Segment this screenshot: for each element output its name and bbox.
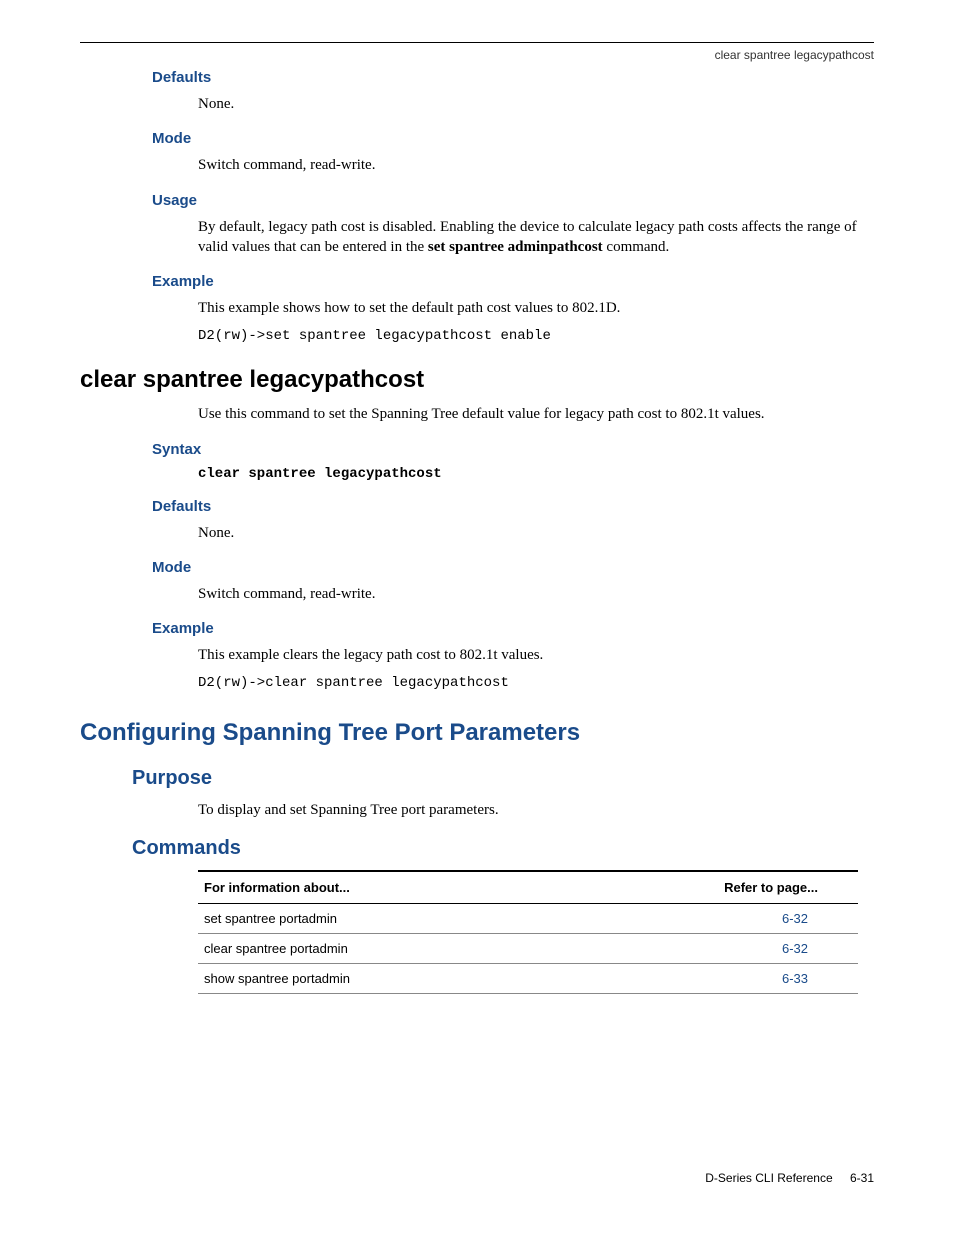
example-heading-2: Example <box>152 620 874 637</box>
table-cell-cmd: clear spantree portadmin <box>198 933 548 963</box>
table-cell-page-link[interactable]: 6-33 <box>548 963 858 993</box>
usage-heading: Usage <box>152 192 874 209</box>
section-title-clear-spantree: clear spantree legacypathcost <box>80 366 874 394</box>
usage-text-bold: set spantree adminpathcost <box>428 239 603 255</box>
header-breadcrumb: clear spantree legacypathcost <box>80 48 874 62</box>
syntax-code: clear spantree legacypathcost <box>198 466 874 482</box>
example-code: D2(rw)->set spantree legacypathcost enab… <box>198 328 874 344</box>
table-header-info: For information about... <box>198 871 548 904</box>
mode-heading-2: Mode <box>152 559 874 576</box>
example-text: This example shows how to set the defaul… <box>198 298 864 318</box>
mode-text-2: Switch command, read-write. <box>198 584 864 604</box>
table-cell-cmd: show spantree portadmin <box>198 963 548 993</box>
footer-page-number: 6-31 <box>850 1171 874 1185</box>
table-cell-page-link[interactable]: 6-32 <box>548 933 858 963</box>
syntax-heading: Syntax <box>152 441 874 458</box>
usage-text: By default, legacy path cost is disabled… <box>198 217 864 258</box>
purpose-text: To display and set Spanning Tree port pa… <box>198 800 864 820</box>
table-cell-page-link[interactable]: 6-32 <box>548 903 858 933</box>
purpose-heading: Purpose <box>132 767 874 790</box>
table-header-page: Refer to page... <box>548 871 858 904</box>
header-rule <box>80 42 874 43</box>
table-row: clear spantree portadmin 6-32 <box>198 933 858 963</box>
section-intro: Use this command to set the Spanning Tre… <box>198 404 864 424</box>
footer-doc-title: D-Series CLI Reference <box>705 1171 832 1185</box>
example-text-2: This example clears the legacy path cost… <box>198 645 864 665</box>
table-row: show spantree portadmin 6-33 <box>198 963 858 993</box>
commands-heading: Commands <box>132 837 874 860</box>
mode-text: Switch command, read-write. <box>198 155 864 175</box>
commands-table: For information about... Refer to page..… <box>198 870 858 994</box>
page-footer: D-Series CLI Reference 6-31 <box>705 1171 874 1185</box>
table-row: set spantree portadmin 6-32 <box>198 903 858 933</box>
defaults-text-2: None. <box>198 523 864 543</box>
example-code-2: D2(rw)->clear spantree legacypathcost <box>198 675 874 691</box>
table-cell-cmd: set spantree portadmin <box>198 903 548 933</box>
defaults-heading: Defaults <box>152 69 874 86</box>
mode-heading: Mode <box>152 130 874 147</box>
defaults-text: None. <box>198 94 864 114</box>
defaults-heading-2: Defaults <box>152 498 874 515</box>
usage-text-part2: command. <box>603 239 670 255</box>
example-heading: Example <box>152 273 874 290</box>
section-title-configuring: Configuring Spanning Tree Port Parameter… <box>80 719 874 747</box>
